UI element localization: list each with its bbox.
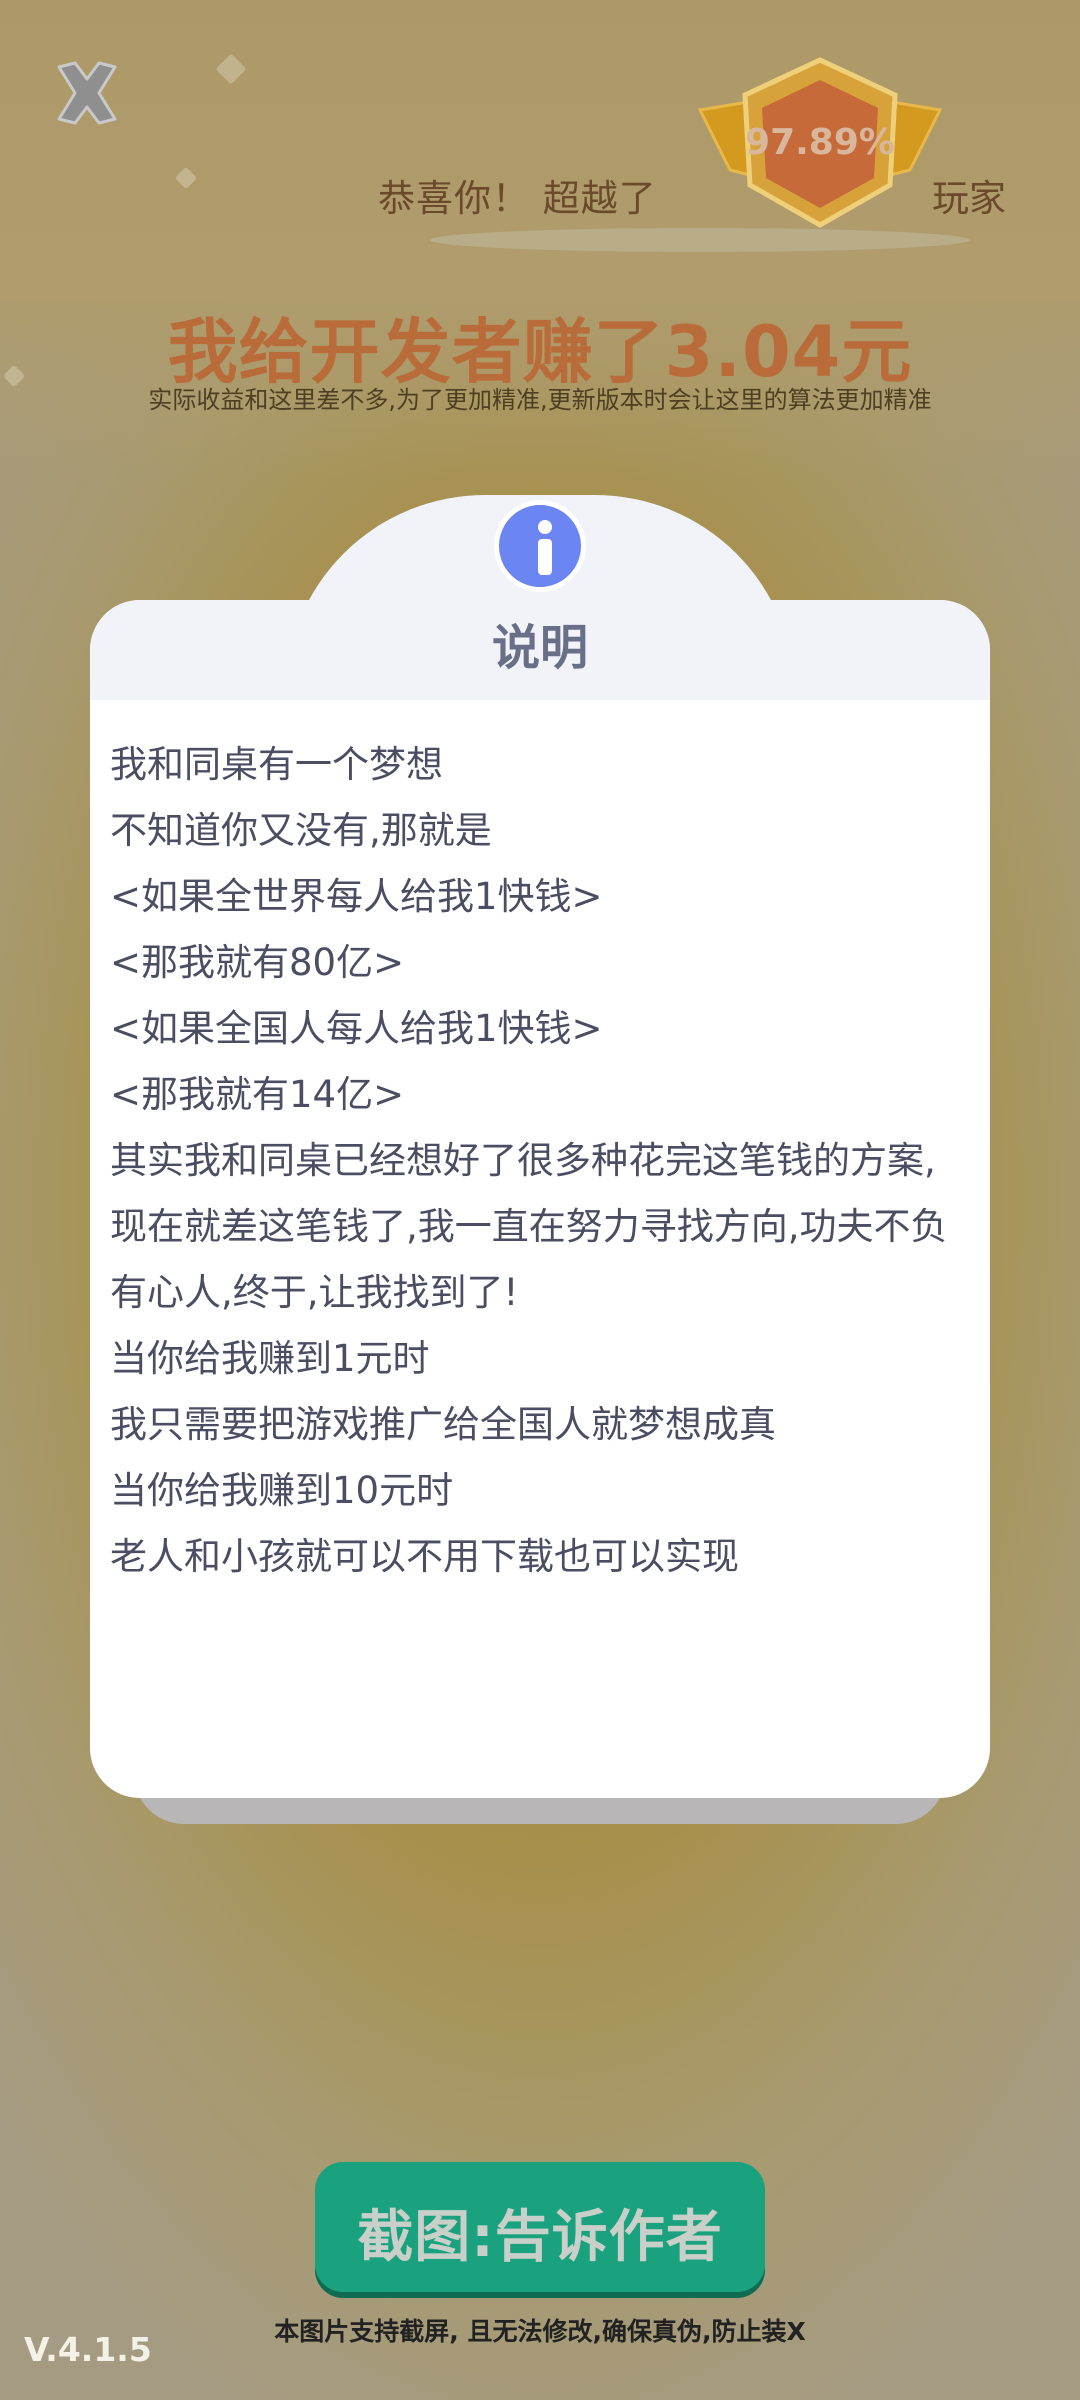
- players-label: 玩家: [932, 177, 1006, 220]
- dialog-line: <如果全国人每人给我1快钱>: [110, 1007, 603, 1050]
- dialog-line: 不知道你又没有,那就是: [110, 809, 492, 852]
- info-icon: [494, 500, 586, 592]
- screenshot-share-button[interactable]: 截图:告诉作者: [315, 2162, 765, 2292]
- dialog-line: 其实我和同桌已经想好了很多种花完这笔钱的方案,: [110, 1139, 936, 1182]
- info-icon-dot: [538, 520, 552, 534]
- earnings-subtitle: 实际收益和这里差不多,为了更加精准,更新版本时会让这里的算法更加精准: [148, 386, 932, 414]
- info-dialog: 说明 我和同桌有一个梦想 不知道你又没有,那就是 <如果全世界每人给我1快钱> …: [90, 600, 990, 1798]
- dialog-line: 现在就差这笔钱了,我一直在努力寻找方向,功夫不负: [110, 1205, 948, 1248]
- dialog-line: 有心人,终于,让我找到了!: [110, 1271, 519, 1314]
- dialog-body: 我和同桌有一个梦想 不知道你又没有,那就是 <如果全世界每人给我1快钱> <那我…: [110, 732, 980, 1590]
- congrats-text: 恭喜你！ 超越了: [378, 177, 657, 220]
- dialog-line: <那我就有14亿>: [110, 1073, 405, 1116]
- dialog-line: <那我就有80亿>: [110, 941, 405, 984]
- dialog-line: 老人和小孩就可以不用下载也可以实现: [110, 1535, 739, 1578]
- badge-percent: 97.89%: [745, 122, 895, 163]
- footer-note: 本图片支持截屏, 且无法修改,确保真伪,防止装X: [274, 2317, 806, 2346]
- share-button-label: 截图:告诉作者: [357, 2205, 723, 2270]
- dialog-line: 我只需要把游戏推广给全国人就梦想成真: [110, 1403, 776, 1446]
- info-icon-bar: [538, 539, 552, 575]
- dialog-line: 我和同桌有一个梦想: [110, 743, 443, 786]
- close-icon: [57, 61, 117, 125]
- dialog-title: 说明: [491, 620, 588, 676]
- dialog-header: 说明: [90, 600, 990, 700]
- version-label: V.4.1.5: [24, 2330, 152, 2369]
- dialog-line: 当你给我赚到10元时: [110, 1469, 454, 1512]
- dialog-line: 当你给我赚到1元时: [110, 1337, 430, 1380]
- close-button[interactable]: [42, 48, 132, 138]
- dialog-line: <如果全世界每人给我1快钱>: [110, 875, 603, 918]
